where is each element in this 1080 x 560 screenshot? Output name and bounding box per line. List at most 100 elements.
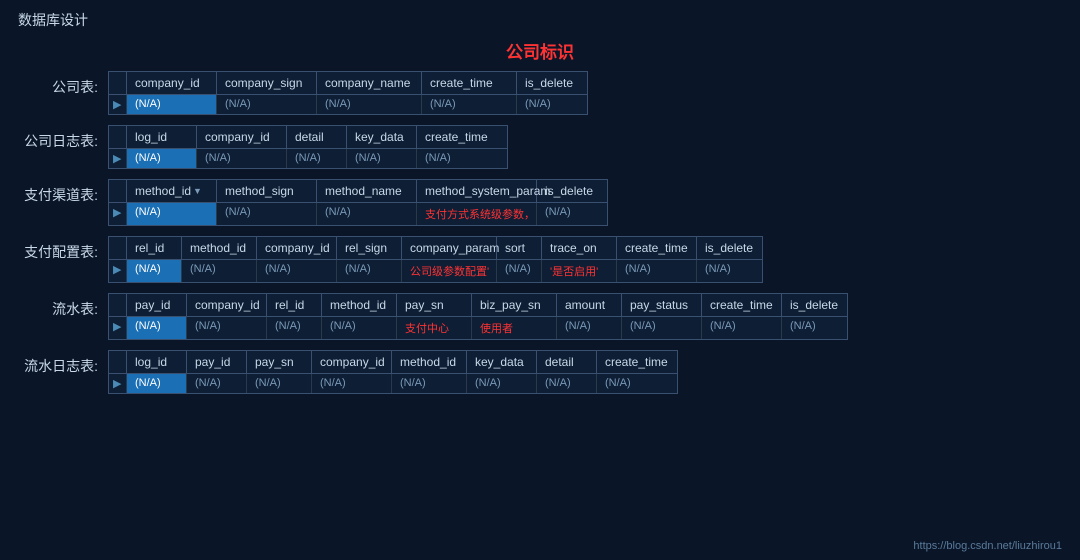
header-cell-3-1: method_id [182,237,257,259]
header-cell-0-4: is_delete [517,72,587,94]
arrow-header-2 [109,180,127,202]
header-cell-0-1: company_sign [217,72,317,94]
row-label-1: 公司日志表: [18,125,108,151]
row-label-5: 流水日志表: [18,350,108,376]
header-cell-4-8: create_time [702,294,782,316]
arrow-cell-2: ▶ [109,203,127,225]
row-label-2: 支付渠道表: [18,179,108,205]
data-cell-4-1: (N/A) [187,317,267,339]
page-title: 数据库设计 [0,0,1080,36]
header-cell-3-5: sort [497,237,542,259]
header-cell-3-7: create_time [617,237,697,259]
header-cell-0-2: company_name [317,72,422,94]
arrow-header-1 [109,126,127,148]
arrow-header-3 [109,237,127,259]
data-cell-0-4: (N/A) [517,95,587,114]
data-cell-4-0: (N/A) [127,317,187,339]
header-cell-3-4: company_param [402,237,497,259]
row-label-4: 流水表: [18,293,108,319]
header-cell-5-2: pay_sn [247,351,312,373]
arrow-cell-1: ▶ [109,149,127,168]
data-cell-1-1: (N/A) [197,149,287,168]
header-cell-5-7: create_time [597,351,677,373]
data-cell-4-9: (N/A) [782,317,847,339]
data-cell-5-6: (N/A) [537,374,597,393]
header-cell-1-2: detail [287,126,347,148]
header-cell-5-1: pay_id [187,351,247,373]
header-cell-4-3: method_id [322,294,397,316]
table-row-wrapper-3: 支付配置表:rel_idmethod_idcompany_idrel_signc… [18,236,1062,283]
data-cell-5-1: (N/A) [187,374,247,393]
data-cell-1-3: (N/A) [347,149,417,168]
data-cell-5-3: (N/A) [312,374,392,393]
center-label: 公司标识 [18,38,1062,63]
header-cell-0-0: company_id [127,72,217,94]
header-cell-4-9: is_delete [782,294,847,316]
data-cell-3-0: (N/A) [127,260,182,282]
table-row-wrapper-1: 公司日志表:log_idcompany_iddetailkey_datacrea… [18,125,1062,169]
header-cell-5-5: key_data [467,351,537,373]
header-cell-1-3: key_data [347,126,417,148]
data-cell-2-4: (N/A) [537,203,607,225]
arrow-header-5 [109,351,127,373]
data-cell-5-4: (N/A) [392,374,467,393]
header-cell-3-2: company_id [257,237,337,259]
header-cell-4-4: pay_sn [397,294,472,316]
data-cell-2-0: (N/A) [127,203,217,225]
header-cell-0-3: create_time [422,72,517,94]
header-cell-4-1: company_id [187,294,267,316]
data-cell-5-0: (N/A) [127,374,187,393]
header-cell-5-3: company_id [312,351,392,373]
table-row-wrapper-0: 公司表:company_idcompany_signcompany_namecr… [18,71,1062,115]
header-cell-4-7: pay_status [622,294,702,316]
data-cell-3-3: (N/A) [337,260,402,282]
header-cell-3-3: rel_sign [337,237,402,259]
db-table-2: method_id ▼method_signmethod_namemethod_… [108,179,608,226]
data-cell-4-8: (N/A) [702,317,782,339]
arrow-cell-5: ▶ [109,374,127,393]
data-cell-3-1: (N/A) [182,260,257,282]
header-cell-2-2: method_name [317,180,417,202]
data-cell-0-0: (N/A) [127,95,217,114]
data-cell-5-5: (N/A) [467,374,537,393]
data-cell-4-5: 使用者 [472,317,557,339]
data-cell-3-8: (N/A) [697,260,762,282]
data-cell-2-1: (N/A) [217,203,317,225]
data-cell-1-0: (N/A) [127,149,197,168]
table-row-wrapper-5: 流水日志表:log_idpay_idpay_sncompany_idmethod… [18,350,1062,394]
db-table-1: log_idcompany_iddetailkey_datacreate_tim… [108,125,508,169]
header-cell-4-6: amount [557,294,622,316]
table-row-wrapper-4: 流水表:pay_idcompany_idrel_idmethod_idpay_s… [18,293,1062,340]
header-cell-1-4: create_time [417,126,507,148]
tables-container: 公司表:company_idcompany_signcompany_namecr… [18,71,1062,394]
data-cell-0-2: (N/A) [317,95,422,114]
header-cell-2-1: method_sign [217,180,317,202]
table-row-wrapper-2: 支付渠道表:method_id ▼method_signmethod_namem… [18,179,1062,226]
header-cell-4-0: pay_id [127,294,187,316]
header-cell-5-4: method_id [392,351,467,373]
db-table-5: log_idpay_idpay_sncompany_idmethod_idkey… [108,350,678,394]
data-cell-0-3: (N/A) [422,95,517,114]
header-cell-2-4: is_delete [537,180,607,202]
db-table-0: company_idcompany_signcompany_namecreate… [108,71,588,115]
data-cell-2-3: 支付方式系统级参数， [417,203,537,225]
arrow-cell-3: ▶ [109,260,127,282]
data-cell-2-2: (N/A) [317,203,417,225]
data-cell-3-4: 公司级参数配置' [402,260,497,282]
arrow-header-4 [109,294,127,316]
footer-url: https://blog.csdn.net/liuzhirou1 [913,540,1062,552]
header-cell-1-0: log_id [127,126,197,148]
arrow-cell-4: ▶ [109,317,127,339]
data-cell-3-5: (N/A) [497,260,542,282]
main-content: 公司标识 公司表:company_idcompany_signcompany_n… [0,38,1080,394]
arrow-cell-0: ▶ [109,95,127,114]
row-label-3: 支付配置表: [18,236,108,262]
data-cell-4-6: (N/A) [557,317,622,339]
data-cell-3-7: (N/A) [617,260,697,282]
header-cell-5-0: log_id [127,351,187,373]
db-table-3: rel_idmethod_idcompany_idrel_signcompany… [108,236,763,283]
data-cell-3-2: (N/A) [257,260,337,282]
data-cell-1-4: (N/A) [417,149,507,168]
data-cell-4-7: (N/A) [622,317,702,339]
header-cell-5-6: detail [537,351,597,373]
